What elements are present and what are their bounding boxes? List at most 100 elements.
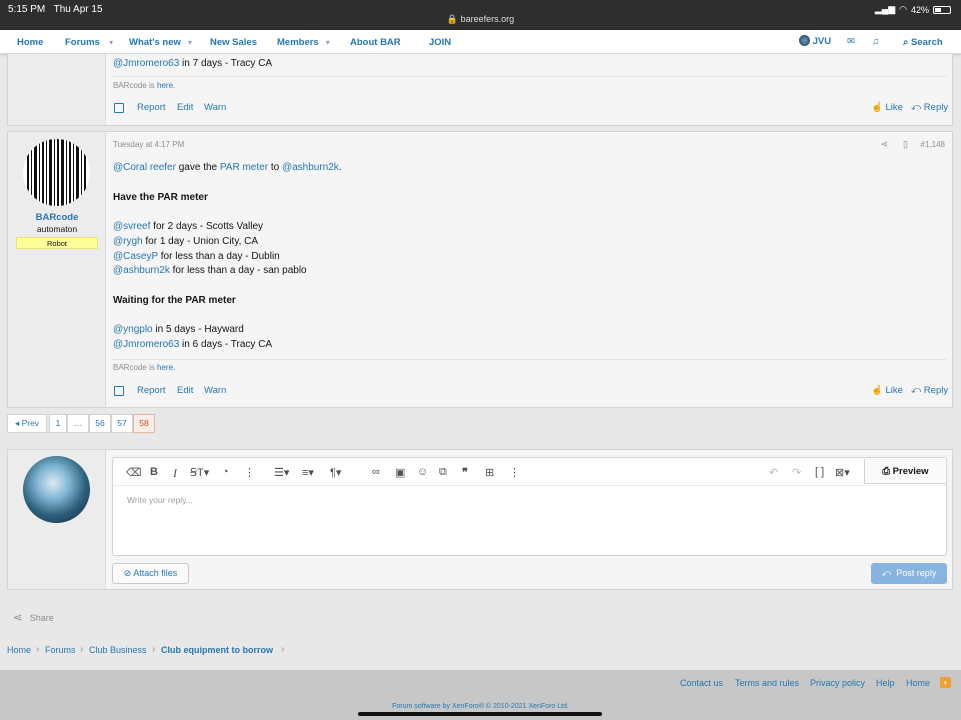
select-checkbox[interactable] — [114, 386, 124, 396]
nav-home[interactable]: Home — [17, 37, 43, 48]
share-icon[interactable]: ⋖ — [880, 139, 888, 150]
share-button[interactable]: ⋖ Share — [13, 611, 54, 624]
bookmark-icon[interactable]: ▯ — [903, 139, 908, 150]
current-page[interactable]: 58 — [133, 414, 155, 433]
image-icon[interactable]: ▣ — [395, 466, 405, 479]
nav-whats-new[interactable]: What's new ▾ — [129, 37, 192, 48]
undo-icon[interactable]: ↶ — [769, 466, 778, 479]
copyright[interactable]: Forum software by XenForo® © 2010-2021 X… — [0, 703, 961, 710]
breadcrumb-club-equipment[interactable]: Club equipment to borrow — [161, 645, 273, 655]
more-options-icon[interactable]: ⋮ — [244, 466, 255, 479]
chevron-right-icon: › — [281, 644, 285, 655]
warn-link[interactable]: Warn — [204, 102, 226, 113]
post-1148: BARcode automaton Robot Tuesday at 4:17 … — [7, 131, 953, 408]
reply-icon: ⤺ — [911, 385, 922, 396]
chevron-down-icon[interactable]: ▾ — [102, 38, 113, 47]
link-icon[interactable]: ∞ — [372, 466, 380, 478]
reply-textarea[interactable]: Write your reply... — [127, 495, 193, 505]
toolbar-divider — [113, 485, 946, 486]
nav-members[interactable]: Members ▾ — [277, 37, 330, 48]
align-icon[interactable]: ≡▾ — [302, 466, 314, 479]
chevron-down-icon[interactable]: ▾ — [321, 38, 330, 47]
palette-icon[interactable]: ◔ — [222, 466, 229, 478]
reply-button[interactable]: ⤺ Reply — [911, 385, 948, 396]
bold-icon[interactable]: B — [150, 466, 158, 478]
eraser-icon[interactable]: ⌫ — [126, 466, 142, 479]
preview-button[interactable]: ⎙ Preview — [864, 459, 946, 484]
reply-editor: ⌫ B I ꞨT▾ ◔ ⋮ ☰▾ ≡▾ ¶▾ ∞ ▣ ☺ ⧉ ❞ ⊞ ⋮ ↶ ↷… — [112, 457, 947, 556]
signature: BARcode is here. — [113, 81, 176, 90]
breadcrumb-forums[interactable]: Forums — [45, 645, 76, 655]
breadcrumb-home[interactable]: Home — [7, 645, 31, 655]
page-link[interactable]: 56 — [89, 414, 111, 433]
report-link[interactable]: Report — [137, 102, 166, 113]
paragraph-icon[interactable]: ¶▾ — [330, 466, 341, 479]
signal-icon: ▂▄▆ — [874, 4, 896, 14]
user-mention[interactable]: @Jmromero63 — [113, 58, 179, 69]
nav-new-sales[interactable]: New Sales — [210, 37, 257, 48]
bell-icon[interactable]: ♫ — [872, 36, 879, 47]
page-jump-ellipsis[interactable]: … — [67, 414, 89, 433]
reply-button[interactable]: ⤺ Reply — [911, 102, 948, 113]
redo-icon[interactable]: ↷ — [792, 466, 801, 479]
smiley-icon[interactable]: ☺ — [417, 466, 428, 478]
user-mention[interactable]: @ashburn2k — [282, 162, 339, 173]
prev-page-button[interactable]: ◂ Prev — [7, 414, 47, 433]
quote-icon[interactable]: ❞ — [462, 466, 468, 479]
footer-contact[interactable]: Contact us — [680, 678, 723, 688]
footer-help[interactable]: Help — [876, 678, 895, 688]
user-menu[interactable]: JVU — [799, 35, 831, 47]
reply-user-column — [8, 450, 106, 589]
user-mention[interactable]: @ashburn2k — [113, 265, 170, 276]
barcode-avatar[interactable] — [23, 139, 90, 206]
post-user-column — [8, 54, 106, 125]
nav-join[interactable]: JOIN — [429, 37, 451, 48]
list-icon[interactable]: ☰▾ — [274, 466, 289, 479]
nav-forums[interactable]: Forums ▾ — [65, 37, 113, 48]
edit-link[interactable]: Edit — [177, 102, 193, 113]
attach-files-button[interactable]: ⊘ Attach files — [112, 563, 189, 584]
like-button[interactable]: ☝ Like — [871, 102, 903, 113]
user-mention[interactable]: @rygh — [113, 236, 143, 247]
post-timestamp[interactable]: Tuesday at 4:17 PM — [113, 140, 184, 149]
inbox-icon[interactable]: ✉ — [847, 36, 855, 47]
address-bar[interactable]: 🔒 bareefers.org — [0, 14, 961, 25]
post-reply-button[interactable]: ⤺ Post reply — [871, 563, 947, 584]
thumbs-up-icon: ☝ — [871, 102, 883, 113]
user-mention[interactable]: @yngplo — [113, 324, 153, 335]
user-mention[interactable]: @svreef — [113, 221, 150, 232]
code-icon[interactable]: [ ] — [815, 466, 824, 478]
post-body: Tuesday at 4:17 PM ⋖ ▯ #1,148 @Coral ree… — [113, 132, 948, 407]
save-draft-icon[interactable]: ⊠▾ — [835, 466, 850, 479]
footer-home[interactable]: Home — [906, 678, 930, 688]
warn-link[interactable]: Warn — [204, 385, 226, 396]
rss-icon[interactable]: ◗ — [940, 677, 951, 688]
report-link[interactable]: Report — [137, 385, 166, 396]
breadcrumb-club-business[interactable]: Club Business — [89, 645, 147, 655]
select-checkbox[interactable] — [114, 103, 124, 113]
like-button[interactable]: ☝ Like — [871, 385, 903, 396]
more-options-icon[interactable]: ⋮ — [509, 466, 520, 479]
font-size-icon[interactable]: ꞨT▾ — [190, 466, 209, 479]
signature-link[interactable]: here. — [157, 363, 175, 372]
user-mention[interactable]: @CaseyP — [113, 251, 158, 262]
username[interactable]: BARcode — [8, 212, 106, 223]
edit-link[interactable]: Edit — [177, 385, 193, 396]
media-icon[interactable]: ⧉ — [439, 466, 447, 479]
par-meter-link[interactable]: PAR meter — [220, 162, 268, 173]
footer-privacy[interactable]: Privacy policy — [810, 678, 865, 688]
table-icon[interactable]: ⊞ — [485, 466, 494, 479]
chevron-right-icon: › — [152, 644, 156, 655]
nav-about[interactable]: About BAR — [350, 37, 401, 48]
avatar[interactable] — [23, 456, 90, 523]
footer-terms[interactable]: Terms and rules — [735, 678, 799, 688]
user-mention[interactable]: @Coral reefer — [113, 162, 176, 173]
page-link[interactable]: 57 — [111, 414, 133, 433]
chevron-down-icon[interactable]: ▾ — [184, 38, 192, 47]
post-number[interactable]: #1,148 — [921, 140, 945, 149]
page-link[interactable]: 1 — [49, 414, 67, 433]
search-button[interactable]: ⌕ Search — [903, 37, 943, 48]
signature-link[interactable]: here. — [157, 81, 175, 90]
user-mention[interactable]: @Jmromero63 — [113, 339, 179, 350]
italic-icon[interactable]: I — [173, 466, 177, 481]
